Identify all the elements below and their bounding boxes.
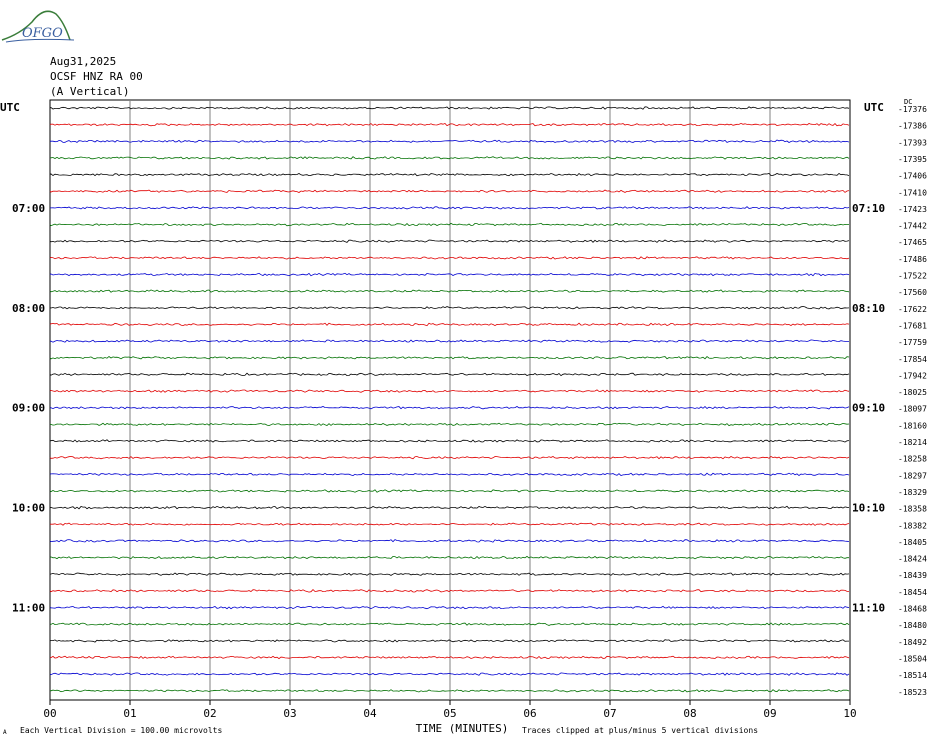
footer-corner-mark: A — [3, 729, 7, 736]
dc-offset-label: -18514 — [898, 671, 927, 680]
dc-offset-label: -18454 — [898, 588, 927, 597]
left-time-label: 08:00 — [12, 302, 45, 315]
dc-offset-label: -18439 — [898, 571, 927, 580]
right-time-label: 10:10 — [852, 502, 885, 515]
right-time-label: 07:10 — [852, 202, 885, 215]
dc-offset-label: -17560 — [898, 288, 927, 297]
right-time-label: 11:10 — [852, 602, 885, 615]
dc-offset-label: -18405 — [898, 538, 927, 547]
x-tick-label: 05 — [443, 707, 456, 720]
dc-offset-label: -17395 — [898, 155, 927, 164]
dc-offset-label: -17410 — [898, 188, 927, 197]
dc-offset-label: -17393 — [898, 138, 927, 147]
x-tick-label: 08 — [683, 707, 696, 720]
dc-offset-label: -18097 — [898, 405, 927, 414]
x-tick-label: 09 — [763, 707, 776, 720]
x-tick-label: 02 — [203, 707, 216, 720]
dc-offset-label: -18480 — [898, 621, 927, 630]
dc-offset-label: -17622 — [898, 305, 927, 314]
dc-offset-label: -18504 — [898, 654, 927, 663]
dc-offset-label: -17465 — [898, 238, 927, 247]
x-tick-label: 07 — [603, 707, 616, 720]
dc-offset-label: -18329 — [898, 488, 927, 497]
left-time-label: 10:00 — [12, 502, 45, 515]
dc-offset-label: -17681 — [898, 321, 927, 330]
footer-clip-note: Traces clipped at plus/minus 5 vertical … — [522, 726, 758, 735]
dc-offset-label: -17376 — [898, 105, 927, 114]
x-tick-label: 01 — [123, 707, 136, 720]
x-tick-label: 03 — [283, 707, 296, 720]
dc-offset-label: -18258 — [898, 455, 927, 464]
left-time-label: 11:00 — [12, 602, 45, 615]
right-time-label: 08:10 — [852, 302, 885, 315]
right-time-label: 09:10 — [852, 402, 885, 415]
dc-offset-label: -17942 — [898, 371, 927, 380]
dc-offset-label: -18468 — [898, 605, 927, 614]
dc-offset-label: -18424 — [898, 555, 927, 564]
dc-offset-label: -17854 — [898, 355, 927, 364]
left-time-label: 09:00 — [12, 402, 45, 415]
left-time-label: 07:00 — [12, 202, 45, 215]
dc-offset-label: -18358 — [898, 505, 927, 514]
dc-offset-label: -18297 — [898, 471, 927, 480]
dc-offset-label: -18382 — [898, 521, 927, 530]
dc-offset-label: -17406 — [898, 172, 927, 181]
x-axis-title: TIME (MINUTES) — [416, 722, 509, 735]
dc-offset-label: -18523 — [898, 688, 927, 697]
seismogram-chart: 00 01 02 03 04 05 06 07 08 09 10 -17376 -17386 -17393… — [0, 98, 927, 736]
right-utc-label: UTC — [864, 101, 884, 114]
dc-offset-label: -17442 — [898, 222, 927, 231]
x-tick-label: 06 — [523, 707, 536, 720]
dc-header-label: DC — [904, 98, 912, 106]
footer-scale-note: Each Vertical Division = 100.00 microvol… — [20, 726, 222, 735]
dc-offset-label: -18160 — [898, 421, 927, 430]
dc-offset-label: -18214 — [898, 438, 927, 447]
dc-offset-label: -17423 — [898, 205, 927, 214]
dc-offset-label: -18025 — [898, 388, 927, 397]
left-utc-label: UTC — [0, 101, 20, 114]
dc-offset-label: -17386 — [898, 122, 927, 131]
dc-offset-label: -17486 — [898, 255, 927, 264]
x-tick-label: 10 — [843, 707, 856, 720]
dc-offset-label: -17759 — [898, 338, 927, 347]
x-tick-label: 04 — [363, 707, 377, 720]
dc-offset-label: -17522 — [898, 272, 927, 281]
dc-offset-label: -18492 — [898, 638, 927, 647]
x-tick-label: 00 — [43, 707, 56, 720]
